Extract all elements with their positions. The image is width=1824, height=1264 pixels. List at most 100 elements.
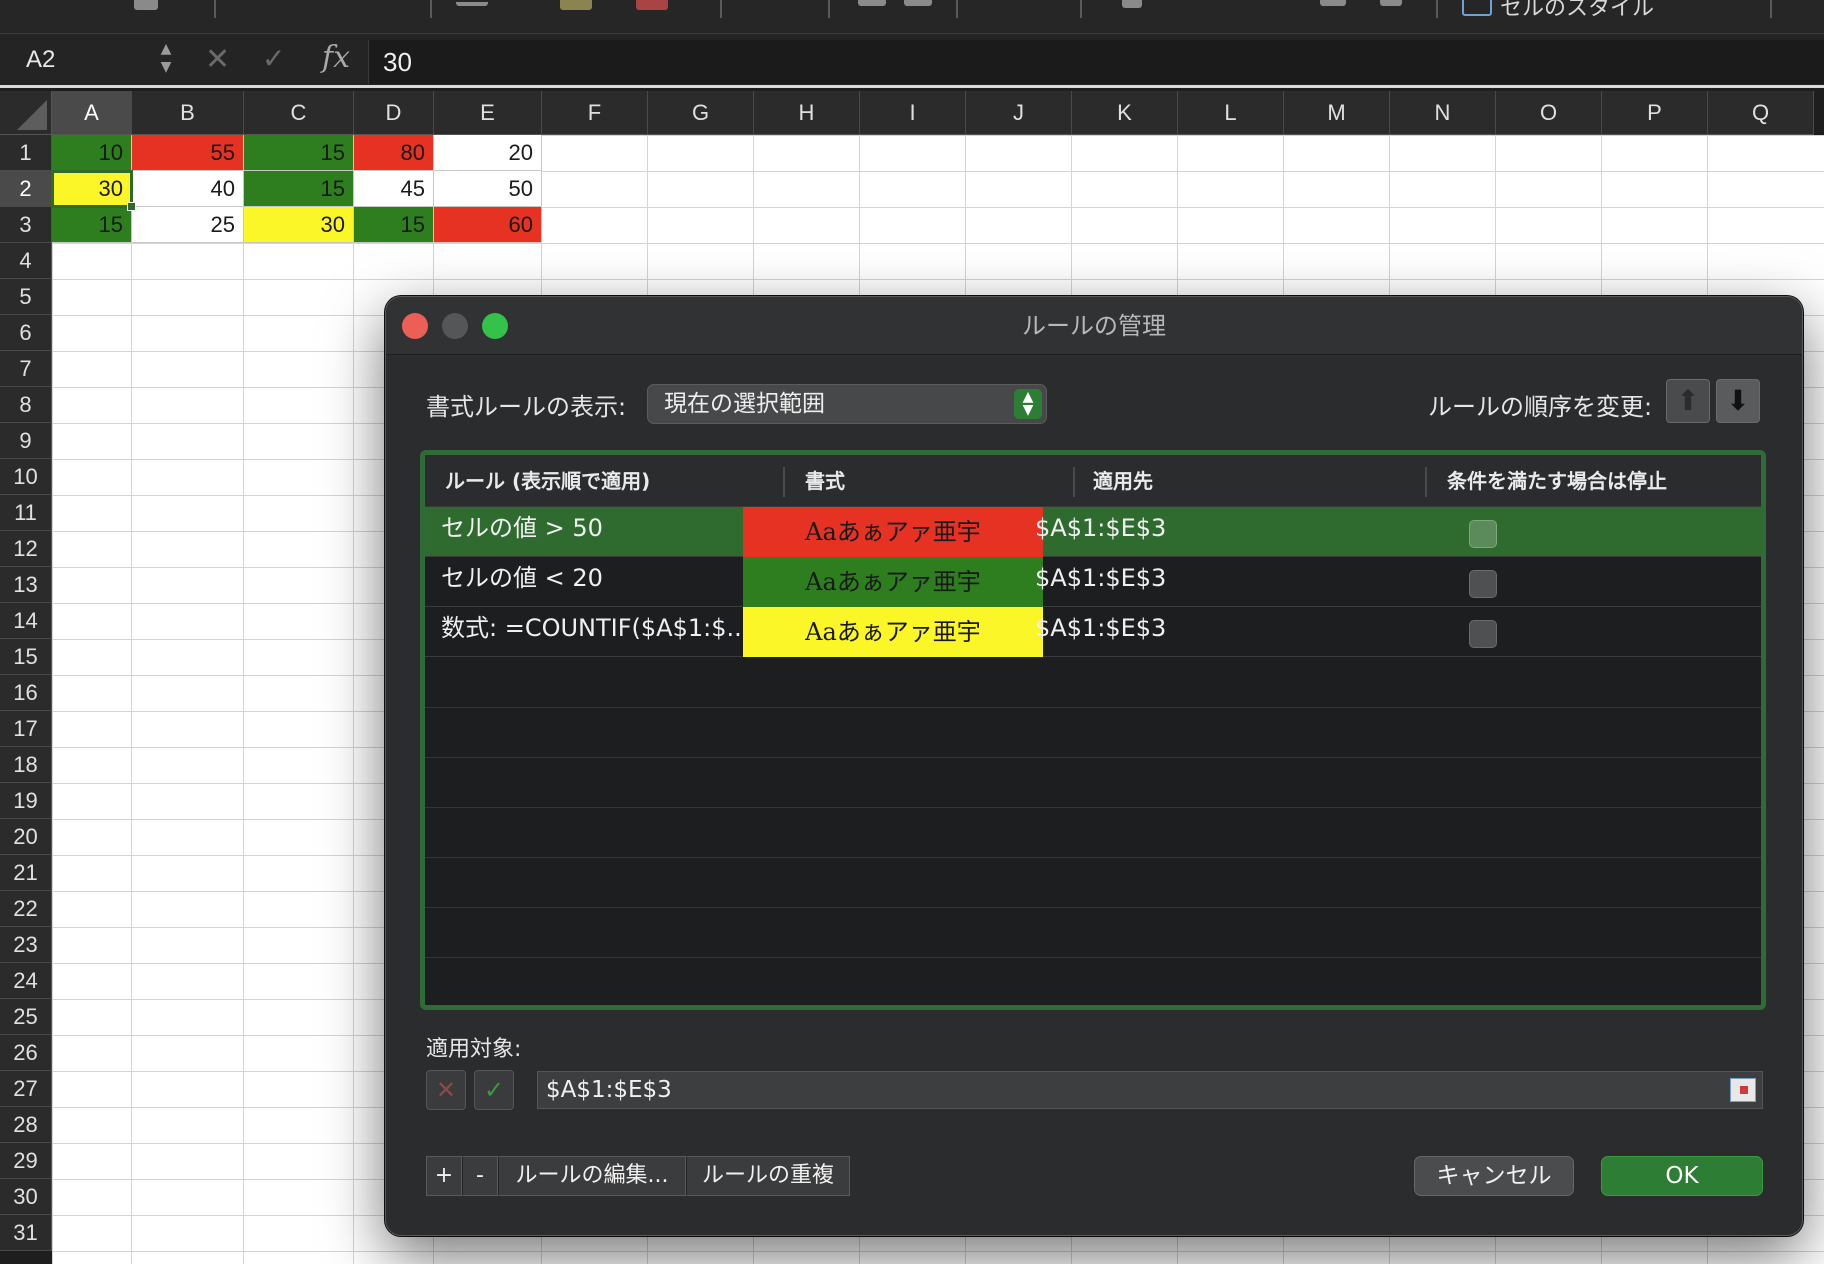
row-header-5[interactable]: 5 xyxy=(0,279,52,315)
edit-rule-button[interactable]: ルールの編集... xyxy=(498,1156,686,1196)
row-header-19[interactable]: 19 xyxy=(0,783,52,819)
row-header-25[interactable]: 25 xyxy=(0,999,52,1035)
cell-a2[interactable]: 30 xyxy=(51,170,133,208)
column-header-j[interactable]: J xyxy=(966,91,1072,135)
header-stop-if-true[interactable]: 条件を満たす場合は停止 xyxy=(1447,455,1667,507)
currency-icon[interactable] xyxy=(1122,0,1142,8)
column-header-o[interactable]: O xyxy=(1496,91,1602,135)
row-header-30[interactable]: 30 xyxy=(0,1179,52,1215)
increase-decimal-icon[interactable] xyxy=(1320,0,1346,6)
row-header-3[interactable]: 3 xyxy=(0,207,52,243)
row-header-23[interactable]: 23 xyxy=(0,927,52,963)
row-header-24[interactable]: 24 xyxy=(0,963,52,999)
header-format[interactable]: 書式 xyxy=(805,455,845,507)
duplicate-rule-button[interactable]: ルールの重複 xyxy=(686,1156,850,1196)
header-rule[interactable]: ルール (表示順で適用) xyxy=(445,455,650,507)
cell-styles-button[interactable]: セルのスタイル xyxy=(1500,0,1654,22)
column-header-i[interactable]: I xyxy=(860,91,966,135)
row-header-13[interactable]: 13 xyxy=(0,567,52,603)
row-header-11[interactable]: 11 xyxy=(0,495,52,531)
row-header-17[interactable]: 17 xyxy=(0,711,52,747)
insert-function-icon[interactable]: fx xyxy=(322,40,350,75)
column-header-e[interactable]: E xyxy=(434,91,542,135)
cancel-button[interactable]: キャンセル xyxy=(1414,1156,1574,1196)
stop-if-true-checkbox[interactable] xyxy=(1469,520,1497,548)
cell-e2[interactable]: 50 xyxy=(434,171,542,207)
cell-e1[interactable]: 20 xyxy=(434,135,542,171)
column-header-p[interactable]: P xyxy=(1602,91,1708,135)
cell-e3[interactable]: 60 xyxy=(434,207,542,243)
header-applies-to[interactable]: 適用先 xyxy=(1093,455,1153,507)
move-rule-up-button[interactable]: ⬆ xyxy=(1666,379,1710,423)
column-header-c[interactable]: C xyxy=(244,91,354,135)
column-header-q[interactable]: Q xyxy=(1708,91,1814,135)
column-header-n[interactable]: N xyxy=(1390,91,1496,135)
applies-to-cancel-icon[interactable]: ✕ xyxy=(426,1070,466,1110)
show-rules-select[interactable]: 現在の選択範囲 ▲ ▼ xyxy=(647,384,1047,424)
column-header-l[interactable]: L xyxy=(1178,91,1284,135)
rule-row[interactable]: セルの値 > 50 Aaあぁアァ亜宇 $A$1:$E$3 xyxy=(425,507,1761,557)
cell-c3[interactable]: 30 xyxy=(244,207,354,243)
cell-d1[interactable]: 80 xyxy=(354,135,434,171)
stop-if-true-checkbox[interactable] xyxy=(1469,570,1497,598)
column-header-g[interactable]: G xyxy=(648,91,754,135)
stop-if-true-checkbox[interactable] xyxy=(1469,620,1497,648)
formula-input[interactable]: 30 xyxy=(368,40,1824,84)
fill-color-icon[interactable] xyxy=(560,0,592,10)
row-header-8[interactable]: 8 xyxy=(0,387,52,423)
column-header-m[interactable]: M xyxy=(1284,91,1390,135)
cell-d2[interactable]: 45 xyxy=(354,171,434,207)
row-header-20[interactable]: 20 xyxy=(0,819,52,855)
cell-a1[interactable]: 10 xyxy=(52,135,132,171)
align-left-icon[interactable] xyxy=(858,0,886,6)
row-header-1[interactable]: 1 xyxy=(0,135,52,171)
row-header-4[interactable]: 4 xyxy=(0,243,52,279)
row-header-18[interactable]: 18 xyxy=(0,747,52,783)
confirm-entry-icon[interactable]: ✓ xyxy=(262,42,285,75)
ok-button[interactable]: OK xyxy=(1601,1156,1763,1196)
column-header-d[interactable]: D xyxy=(354,91,434,135)
cancel-entry-icon[interactable]: ✕ xyxy=(205,42,230,77)
row-header-28[interactable]: 28 xyxy=(0,1107,52,1143)
align-right-icon[interactable] xyxy=(904,0,932,6)
column-header-k[interactable]: K xyxy=(1072,91,1178,135)
name-box[interactable]: A2 xyxy=(12,40,162,80)
row-header-31[interactable]: 31 xyxy=(0,1215,52,1251)
row-header-21[interactable]: 21 xyxy=(0,855,52,891)
row-header-6[interactable]: 6 xyxy=(0,315,52,351)
cell-b3[interactable]: 25 xyxy=(132,207,244,243)
fill-handle[interactable] xyxy=(127,202,136,211)
cell-c1[interactable]: 15 xyxy=(244,135,354,171)
range-picker-icon[interactable] xyxy=(1730,1078,1756,1102)
column-header-f[interactable]: F xyxy=(542,91,648,135)
row-header-7[interactable]: 7 xyxy=(0,351,52,387)
decrease-decimal-icon[interactable] xyxy=(1380,0,1402,6)
row-header-22[interactable]: 22 xyxy=(0,891,52,927)
row-header-10[interactable]: 10 xyxy=(0,459,52,495)
name-box-stepper-icon[interactable]: ▲ ▼ xyxy=(156,40,176,80)
cell-d3[interactable]: 15 xyxy=(354,207,434,243)
row-header-29[interactable]: 29 xyxy=(0,1143,52,1179)
format-painter-icon[interactable] xyxy=(134,0,158,10)
cell-b2[interactable]: 40 xyxy=(132,171,244,207)
select-all-corner[interactable] xyxy=(0,91,52,135)
row-header-9[interactable]: 9 xyxy=(0,423,52,459)
cell-a3[interactable]: 15 xyxy=(52,207,132,243)
row-header-26[interactable]: 26 xyxy=(0,1035,52,1071)
applies-to-input[interactable]: $A$1:$E$3 xyxy=(537,1071,1763,1109)
column-header-b[interactable]: B xyxy=(132,91,244,135)
cell-styles-icon[interactable] xyxy=(1462,0,1492,16)
rule-row[interactable]: セルの値 < 20 Aaあぁアァ亜宇 $A$1:$E$3 xyxy=(425,557,1761,607)
dialog-titlebar[interactable]: ルールの管理 xyxy=(386,297,1802,355)
row-header-2[interactable]: 2 xyxy=(0,171,52,207)
add-rule-button[interactable]: + xyxy=(426,1156,462,1196)
move-rule-down-button[interactable]: ⬇ xyxy=(1716,379,1760,423)
column-header-h[interactable]: H xyxy=(754,91,860,135)
border-icon[interactable] xyxy=(456,2,488,6)
applies-to-confirm-icon[interactable]: ✓ xyxy=(474,1070,514,1110)
column-header-a[interactable]: A xyxy=(52,91,132,135)
cell-b1[interactable]: 55 xyxy=(132,135,244,171)
row-header-16[interactable]: 16 xyxy=(0,675,52,711)
cell-c2[interactable]: 15 xyxy=(244,171,354,207)
remove-rule-button[interactable]: - xyxy=(462,1156,498,1196)
